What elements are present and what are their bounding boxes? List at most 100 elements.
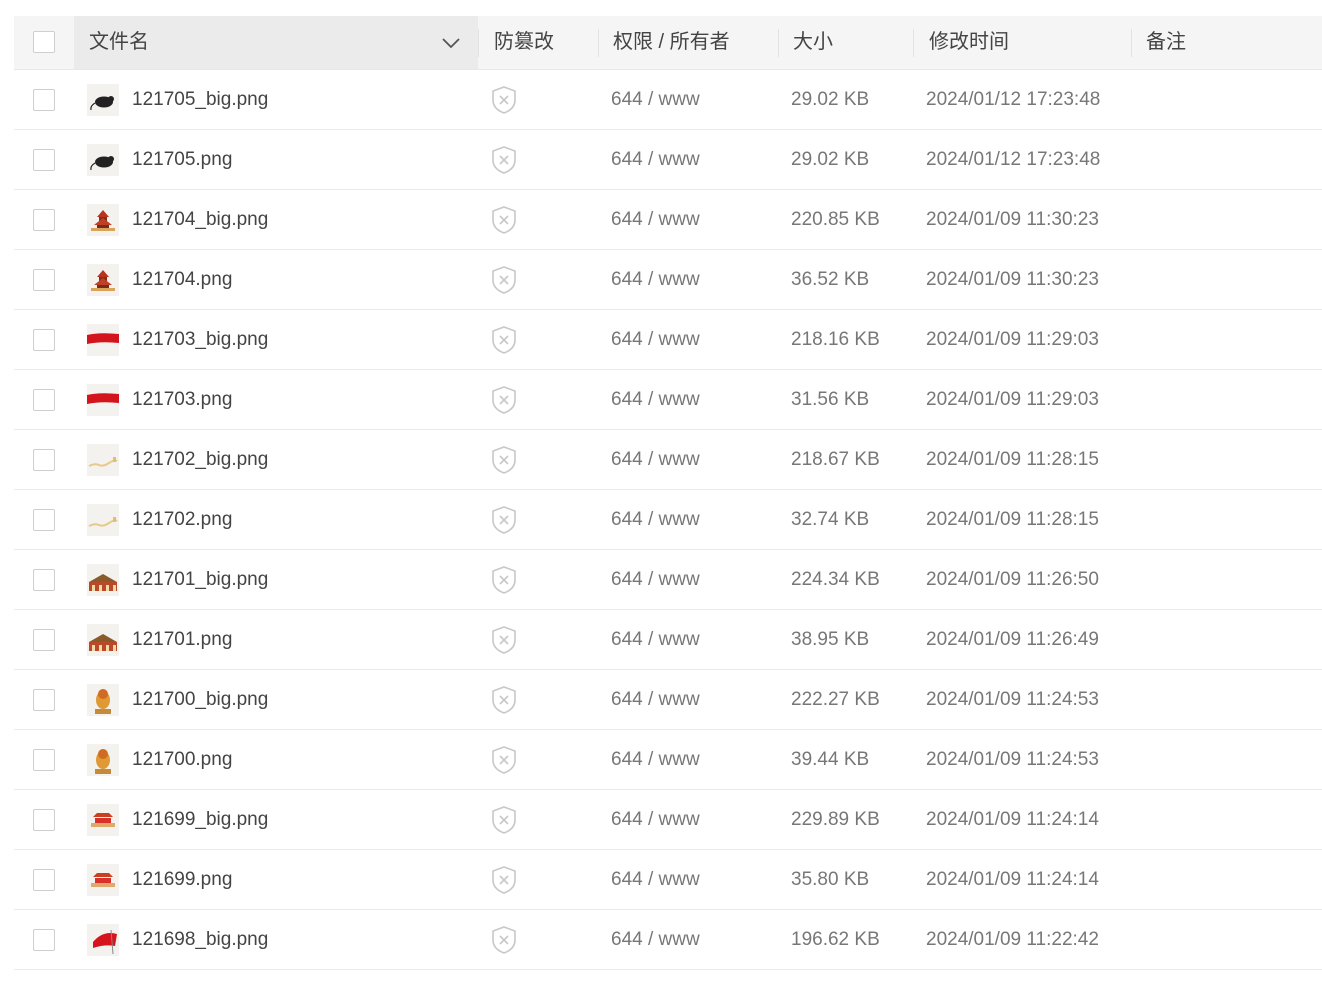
note-cell[interactable] [1146,670,1316,729]
note-cell[interactable] [1146,190,1316,249]
row-checkbox[interactable] [33,749,55,771]
shield-off-icon[interactable] [490,145,518,175]
permission-owner[interactable]: 644 / www [611,790,700,849]
permission-owner[interactable]: 644 / www [611,310,700,369]
note-cell[interactable] [1146,370,1316,429]
row-checkbox[interactable] [33,269,55,291]
row-checkbox[interactable] [33,569,55,591]
shield-off-icon[interactable] [490,85,518,115]
table-row[interactable]: 121705_big.png 644 / www 29.02 KB 2024/01/1… [14,70,1322,130]
column-header-tamper[interactable]: 防篡改 [494,16,554,69]
file-name[interactable]: 121703_big.png [132,310,268,369]
permission-owner[interactable]: 644 / www [611,70,700,129]
file-name[interactable]: 121698_big.png [132,910,268,969]
permission-owner[interactable]: 644 / www [611,850,700,909]
table-row[interactable]: 121704_big.png 644 / www 220.85 KB 2024/01/… [14,190,1322,250]
file-name[interactable]: 121705_big.png [132,70,268,129]
row-checkbox[interactable] [33,89,55,111]
permission-owner[interactable]: 644 / www [611,670,700,729]
table-row[interactable]: 121699_big.png 644 / www 229.89 KB 2024/01/… [14,790,1322,850]
file-name[interactable]: 121701_big.png [132,550,268,609]
file-name[interactable]: 121699.png [132,850,232,909]
file-name[interactable]: 121700.png [132,730,232,789]
file-name[interactable]: 121704_big.png [132,190,268,249]
table-row[interactable]: 121701_big.png 644 / www 224.34 KB 2024/01/… [14,550,1322,610]
permission-owner[interactable]: 644 / www [611,370,700,429]
shield-off-icon[interactable] [490,205,518,235]
table-row[interactable]: 121703.png 644 / www 31.56 KB 2024/01/09 11… [14,370,1322,430]
table-row[interactable]: 121703_big.png 644 / www 218.16 KB 2024/01/… [14,310,1322,370]
column-header-permission[interactable]: 权限 / 所有者 [613,16,730,69]
select-all-checkbox[interactable] [33,31,55,53]
note-cell[interactable] [1146,130,1316,189]
permission-owner[interactable]: 644 / www [611,550,700,609]
table-row[interactable]: 121700.png 644 / www 39.44 KB 2024/01/09 11… [14,730,1322,790]
note-cell[interactable] [1146,730,1316,789]
shield-off-icon[interactable] [490,805,518,835]
table-row[interactable]: 121705.png 644 / www 29.02 KB 2024/01/12 17… [14,130,1322,190]
note-cell[interactable] [1146,310,1316,369]
row-checkbox[interactable] [33,869,55,891]
row-checkbox[interactable] [33,389,55,411]
shield-off-icon[interactable] [490,445,518,475]
permission-owner[interactable]: 644 / www [611,610,700,669]
permission-owner[interactable]: 644 / www [611,130,700,189]
note-cell[interactable] [1146,850,1316,909]
permission-owner[interactable]: 644 / www [611,250,700,309]
row-checkbox[interactable] [33,809,55,831]
row-checkbox[interactable] [33,329,55,351]
column-header-name[interactable]: 文件名 [89,16,149,69]
great-wall-icon [87,444,119,476]
shield-off-icon[interactable] [490,505,518,535]
row-checkbox[interactable] [33,929,55,951]
shield-off-icon[interactable] [490,265,518,295]
shield-off-icon[interactable] [490,865,518,895]
file-name[interactable]: 121702_big.png [132,430,268,489]
note-cell[interactable] [1146,910,1316,969]
note-cell[interactable] [1146,790,1316,849]
file-name[interactable]: 121703.png [132,370,232,429]
table-row[interactable]: 121699.png 644 / www 35.80 KB 2024/01/09 11… [14,850,1322,910]
note-cell[interactable] [1146,70,1316,129]
column-header-note[interactable]: 备注 [1146,16,1186,69]
row-checkbox[interactable] [33,209,55,231]
note-cell[interactable] [1146,490,1316,549]
row-checkbox[interactable] [33,149,55,171]
note-cell[interactable] [1146,430,1316,489]
file-name[interactable]: 121699_big.png [132,790,268,849]
shield-off-icon[interactable] [490,565,518,595]
row-checkbox[interactable] [33,449,55,471]
permission-owner[interactable]: 644 / www [611,910,700,969]
column-header-mtime[interactable]: 修改时间 [929,16,1009,69]
file-name[interactable]: 121701.png [132,610,232,669]
table-row[interactable]: 121698_big.png 644 / www 196.62 KB 2024/01/… [14,910,1322,970]
shield-off-icon[interactable] [490,925,518,955]
permission-owner[interactable]: 644 / www [611,730,700,789]
shield-off-icon[interactable] [490,385,518,415]
shield-off-icon[interactable] [490,745,518,775]
file-name[interactable]: 121702.png [132,490,232,549]
table-row[interactable]: 121704.png 644 / www 36.52 KB 2024/01/09 11… [14,250,1322,310]
permission-owner[interactable]: 644 / www [611,430,700,489]
file-name[interactable]: 121704.png [132,250,232,309]
note-cell[interactable] [1146,610,1316,669]
shield-off-icon[interactable] [490,325,518,355]
modified-time: 2024/01/09 11:24:14 [926,869,1099,890]
table-row[interactable]: 121702.png 644 / www 32.74 KB 2024/01/09 11… [14,490,1322,550]
row-checkbox[interactable] [33,509,55,531]
chevron-down-icon[interactable] [441,35,461,51]
shield-off-icon[interactable] [490,685,518,715]
note-cell[interactable] [1146,550,1316,609]
row-checkbox[interactable] [33,689,55,711]
row-checkbox[interactable] [33,629,55,651]
permission-owner[interactable]: 644 / www [611,190,700,249]
table-row[interactable]: 121702_big.png 644 / www 218.67 KB 2024/01/… [14,430,1322,490]
table-row[interactable]: 121700_big.png 644 / www 222.27 KB 2024/01/… [14,670,1322,730]
column-header-size[interactable]: 大小 [793,16,833,69]
permission-owner[interactable]: 644 / www [611,490,700,549]
note-cell[interactable] [1146,250,1316,309]
file-name[interactable]: 121700_big.png [132,670,268,729]
file-name[interactable]: 121705.png [132,130,232,189]
shield-off-icon[interactable] [490,625,518,655]
table-row[interactable]: 121701.png 644 / www 38.95 KB 2024/01/09 11… [14,610,1322,670]
